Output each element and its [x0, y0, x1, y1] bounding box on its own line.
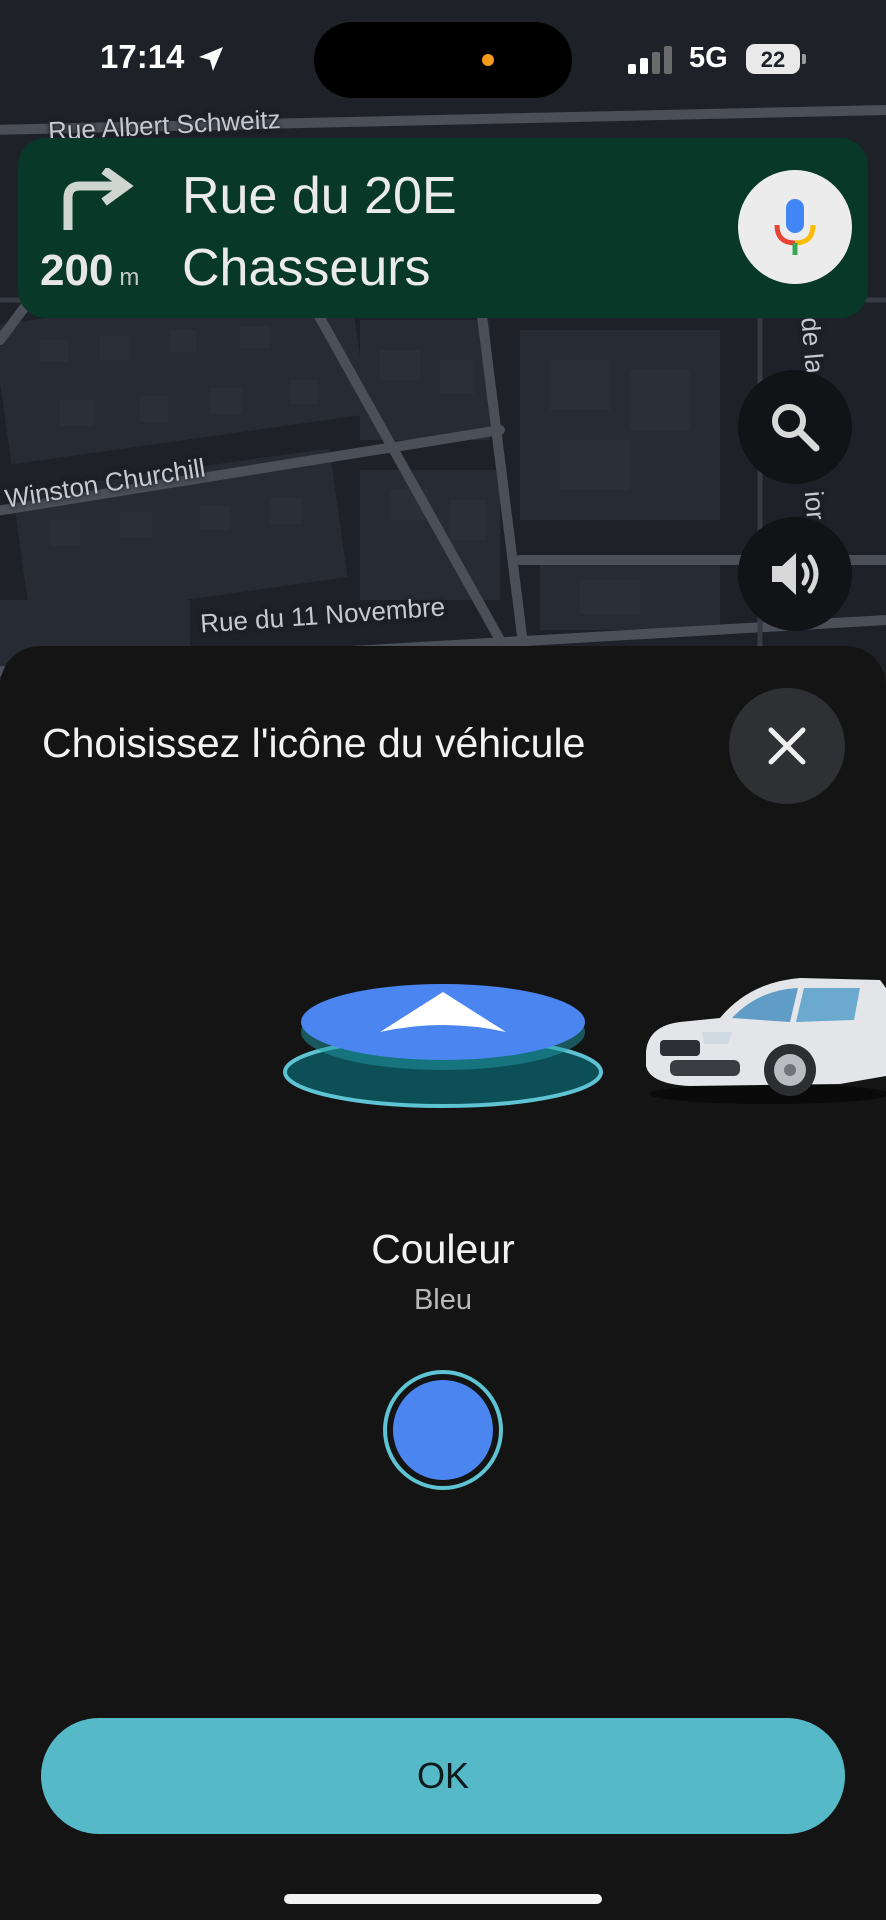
- ok-button[interactable]: OK: [41, 1718, 845, 1834]
- distance-unit: m: [119, 264, 140, 291]
- battery-level: 22: [760, 47, 786, 72]
- distance-value: 200: [40, 246, 114, 295]
- color-heading: Couleur: [371, 1226, 515, 1272]
- status-time: 17:14: [100, 38, 185, 75]
- street-label: de la: [795, 316, 831, 375]
- voice-search-button[interactable]: [738, 170, 852, 284]
- camera-indicator: [482, 54, 494, 66]
- vehicle-icon-sheet: Choisissez l'icône du véhicule Couleur B…: [0, 646, 886, 1920]
- street-name-line: Chasseurs: [182, 239, 431, 297]
- status-bar: 17:14 5G 22: [0, 0, 886, 120]
- car-icon[interactable]: [640, 966, 886, 1106]
- navigation-arrow-icon[interactable]: [280, 966, 606, 1146]
- street-label: ior: [798, 489, 832, 522]
- battery-icon: 22: [746, 44, 806, 74]
- street-name-line: Rue du 20E: [182, 167, 457, 225]
- microphone-icon: [774, 199, 816, 255]
- sheet-title: Choisissez l'icône du véhicule: [42, 720, 586, 766]
- close-icon: [768, 727, 806, 765]
- color-swatch-fill: [393, 1380, 493, 1480]
- color-swatch-blue[interactable]: [383, 1370, 503, 1490]
- dynamic-island: [314, 22, 572, 98]
- vehicle-icon-carousel[interactable]: [0, 966, 886, 1166]
- navigation-banner[interactable]: 200 m Rue du 20E Chasseurs: [18, 138, 868, 318]
- sound-settings-button[interactable]: [738, 517, 852, 631]
- turn-right-icon: [63, 168, 134, 230]
- close-button[interactable]: [729, 688, 845, 804]
- color-value: Bleu: [413, 1284, 473, 1316]
- network-type: 5G: [689, 42, 728, 74]
- map-search-button[interactable]: [738, 370, 852, 484]
- distance-to-turn: 200 m: [40, 246, 190, 296]
- battery-tip: [802, 54, 806, 64]
- next-street-name: Rue du 20E Chasseurs: [182, 160, 682, 304]
- signal-strength-icon: [628, 46, 672, 74]
- search-icon: [772, 404, 820, 452]
- home-indicator[interactable]: [284, 1894, 602, 1904]
- volume-icon: [772, 553, 819, 595]
- location-arrow-icon: [199, 47, 223, 71]
